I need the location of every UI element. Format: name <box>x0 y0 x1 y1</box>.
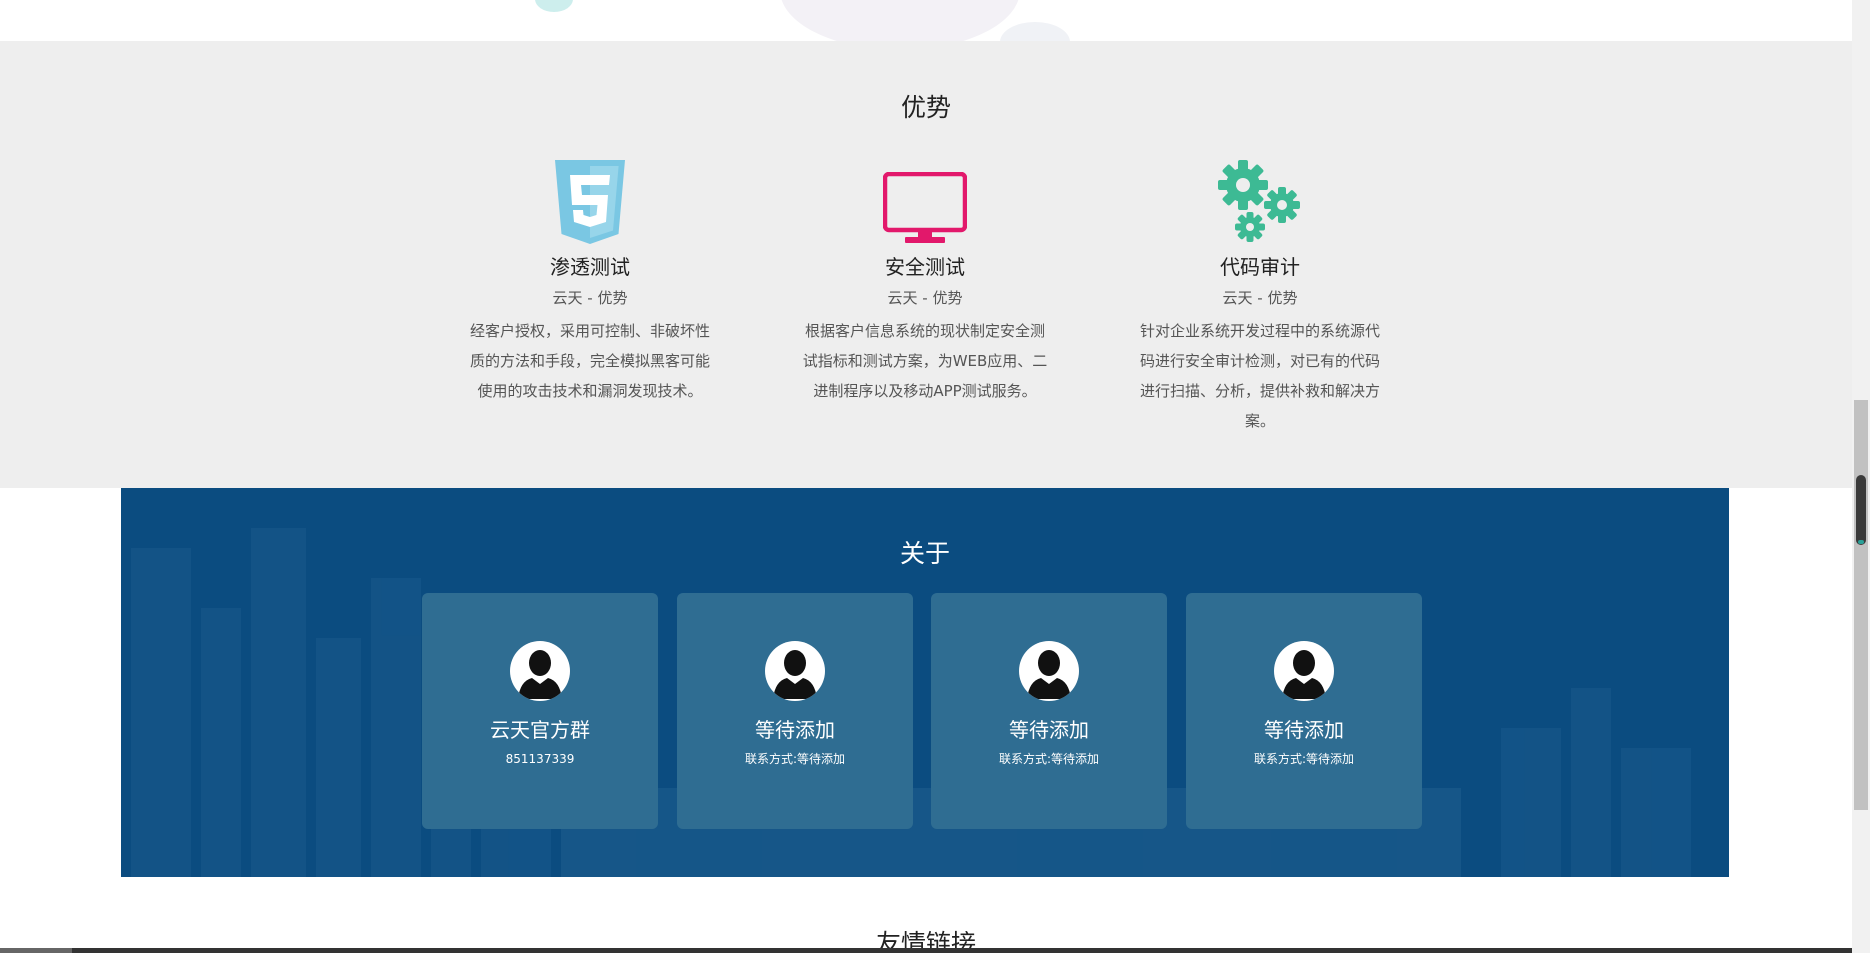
decorative-blob <box>1000 22 1070 41</box>
card-name: 云天官方群 <box>490 718 590 742</box>
card-contact: 联系方式:等待添加 <box>744 752 846 766</box>
vertical-scrollbar[interactable] <box>1852 0 1870 953</box>
user-avatar-icon <box>1019 641 1079 701</box>
gears-icon <box>1135 160 1385 244</box>
advantage-penetration-testing: 渗透测试 云天 - 优势 经客户授权，采用可控制、非破坏性质的方法和手段，完全模… <box>465 160 715 406</box>
advantage-subtitle: 云天 - 优势 <box>887 289 963 307</box>
about-section: 关于 云天官方群 851137339 等待添加 联系方式:等待添加 等待添加 联… <box>121 488 1729 877</box>
scrollbar-handle[interactable] <box>1856 475 1866 545</box>
user-avatar-icon <box>765 641 825 701</box>
advantage-name: 渗透测试 <box>550 255 630 279</box>
contact-card: 等待添加 联系方式:等待添加 <box>1186 593 1422 829</box>
card-name: 等待添加 <box>1264 718 1344 742</box>
top-decoration <box>0 0 1852 41</box>
bottom-bar-segment <box>0 948 72 953</box>
advantage-description: 根据客户信息系统的现状制定安全测试指标和测试方案，为WEB应用、二进制程序以及移… <box>802 322 1048 400</box>
scrollbar-indicator <box>1858 540 1864 544</box>
decorative-dot <box>535 0 573 12</box>
advantage-subtitle: 云天 - 优势 <box>1222 289 1298 307</box>
advantage-security-testing: 安全测试 云天 - 优势 根据客户信息系统的现状制定安全测试指标和测试方案，为W… <box>800 160 1050 406</box>
advantages-title: 优势 <box>900 93 951 122</box>
monitor-icon <box>800 160 1050 244</box>
card-contact: 联系方式:等待添加 <box>998 752 1100 766</box>
user-avatar-icon <box>1274 641 1334 701</box>
card-name: 等待添加 <box>1009 718 1089 742</box>
user-avatar-icon <box>510 641 570 701</box>
advantage-description: 经客户授权，采用可控制、非破坏性质的方法和手段，完全模拟黑客可能使用的攻击技术和… <box>469 322 710 400</box>
decorative-blob <box>780 0 1020 41</box>
card-contact: 联系方式:等待添加 <box>1253 752 1355 766</box>
advantage-name: 代码审计 <box>1220 255 1300 279</box>
scrollbar-thumb[interactable] <box>1854 400 1868 810</box>
page: 优势 渗透测试 云天 - 优势 经客户授权，采用可控制、非破坏性质的方法和手段，… <box>0 0 1852 953</box>
contact-card: 等待添加 联系方式:等待添加 <box>677 593 913 829</box>
advantage-code-audit: 代码审计 云天 - 优势 针对企业系统开发过程中的系统源代码进行安全审计检测，对… <box>1135 160 1385 436</box>
advantages-section: 优势 渗透测试 云天 - 优势 经客户授权，采用可控制、非破坏性质的方法和手段，… <box>0 41 1852 488</box>
advantage-description: 针对企业系统开发过程中的系统源代码进行安全审计检测，对已有的代码进行扫描、分析，… <box>1139 322 1380 430</box>
contact-card: 云天官方群 851137339 <box>422 593 658 829</box>
advantage-name: 安全测试 <box>885 255 965 279</box>
bottom-bar <box>0 948 1870 953</box>
contact-card: 等待添加 联系方式:等待添加 <box>931 593 1167 829</box>
about-title: 关于 <box>899 539 950 568</box>
advantage-subtitle: 云天 - 优势 <box>552 289 628 307</box>
card-name: 等待添加 <box>755 718 835 742</box>
card-contact: 851137339 <box>505 752 575 766</box>
html5-icon <box>465 160 715 244</box>
